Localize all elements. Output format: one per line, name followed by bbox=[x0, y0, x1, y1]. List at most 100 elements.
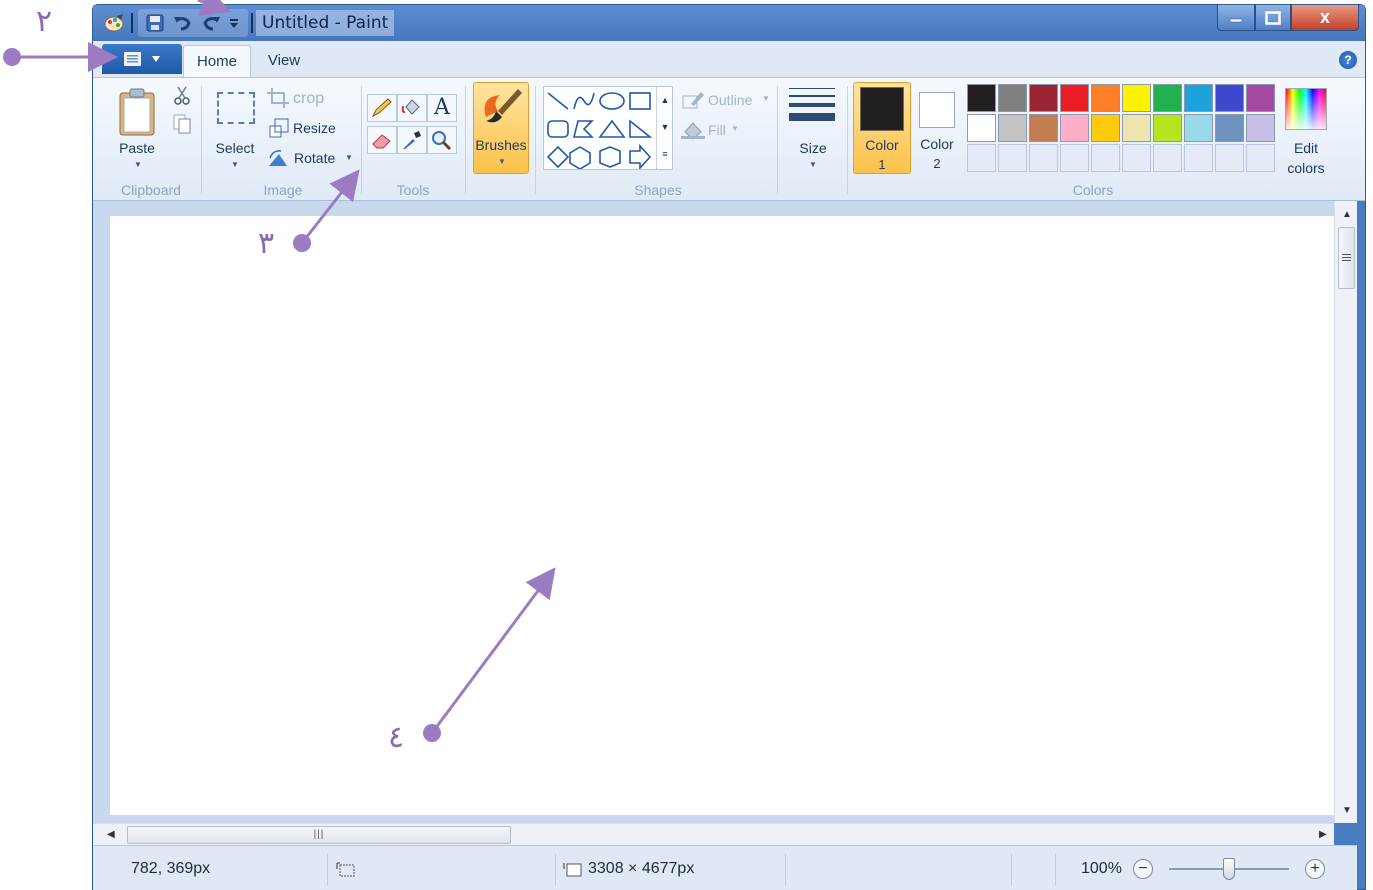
empty-color-swatch[interactable] bbox=[998, 144, 1027, 172]
magnifier-icon[interactable] bbox=[427, 126, 457, 154]
size-button[interactable]: Size ▼ bbox=[785, 84, 841, 174]
fill-button[interactable]: Fill ▼ bbox=[681, 118, 741, 142]
help-icon[interactable]: ? bbox=[1339, 51, 1357, 69]
shapes-scroll[interactable]: ▲ ▼ ≡ bbox=[656, 87, 673, 169]
empty-color-swatch[interactable] bbox=[1122, 144, 1151, 172]
save-icon[interactable] bbox=[143, 12, 167, 34]
close-button[interactable]: x bbox=[1291, 5, 1359, 31]
color-swatch[interactable] bbox=[1153, 114, 1182, 142]
color-swatch[interactable] bbox=[1215, 114, 1244, 142]
canvas-area bbox=[93, 201, 1347, 823]
edit-colors-button[interactable]: Edit colors bbox=[1281, 84, 1333, 176]
color-picker-icon[interactable] bbox=[397, 126, 427, 154]
empty-color-swatch[interactable] bbox=[1246, 144, 1275, 172]
zoom-in-button[interactable]: + bbox=[1305, 859, 1325, 879]
group-separator bbox=[777, 86, 778, 194]
empty-color-swatch[interactable] bbox=[1215, 144, 1244, 172]
color1-swatch bbox=[860, 87, 904, 131]
rotate-button[interactable]: Rotate ▼ bbox=[267, 146, 361, 170]
status-separator bbox=[1011, 854, 1012, 886]
color-swatch[interactable] bbox=[1091, 84, 1120, 112]
cut-icon[interactable] bbox=[173, 86, 191, 109]
copy-icon[interactable] bbox=[173, 114, 191, 137]
color-swatch[interactable] bbox=[1060, 114, 1089, 142]
canvas-size: 3308 × 4677px bbox=[588, 860, 695, 877]
size-label: Size bbox=[799, 140, 827, 156]
edit-colors-label-1: Edit bbox=[1293, 140, 1319, 156]
color-swatch[interactable] bbox=[1246, 84, 1275, 112]
zoom-out-button[interactable]: − bbox=[1133, 859, 1153, 879]
crop-button[interactable]: crop bbox=[267, 86, 357, 110]
fill-bucket-icon[interactable] bbox=[397, 94, 427, 122]
redo-icon[interactable] bbox=[199, 12, 223, 34]
color2-button[interactable]: Color 2 bbox=[915, 82, 959, 174]
color-swatch[interactable] bbox=[998, 114, 1027, 142]
paint-icon[interactable] bbox=[101, 12, 127, 34]
color-swatch[interactable] bbox=[1029, 114, 1058, 142]
color-swatch[interactable] bbox=[1184, 114, 1213, 142]
color-swatch[interactable] bbox=[1029, 84, 1058, 112]
scroll-right-icon[interactable]: ▶ bbox=[1319, 829, 1327, 840]
maximize-icon bbox=[1265, 10, 1281, 25]
select-button[interactable]: Select ▼ bbox=[209, 84, 261, 174]
horizontal-scrollbar[interactable]: ◀ ||| ▶ bbox=[93, 823, 1334, 845]
color-swatch[interactable] bbox=[1122, 84, 1151, 112]
status-separator bbox=[1055, 854, 1056, 886]
scroll-down-icon[interactable]: ▼ bbox=[1342, 805, 1352, 816]
color-swatch[interactable] bbox=[1091, 114, 1120, 142]
horizontal-scroll-thumb[interactable]: ||| bbox=[127, 826, 511, 844]
group-separator bbox=[847, 86, 848, 194]
brush-icon bbox=[484, 89, 522, 123]
outline-icon bbox=[682, 92, 704, 109]
color1-button[interactable]: Color 1 bbox=[853, 82, 911, 174]
color-swatch[interactable] bbox=[1153, 84, 1182, 112]
text-tool-icon[interactable]: A bbox=[427, 94, 457, 122]
tab-view[interactable]: View bbox=[259, 45, 309, 77]
resize-button[interactable]: Resize bbox=[269, 116, 359, 140]
minimize-button[interactable] bbox=[1217, 5, 1255, 31]
clipboard-group-label: Clipboard bbox=[121, 182, 181, 198]
brushes-button[interactable]: Brushes ▼ bbox=[473, 82, 529, 174]
pencil-icon[interactable] bbox=[367, 94, 397, 122]
undo-icon[interactable] bbox=[171, 12, 195, 34]
color-palette bbox=[967, 84, 1279, 176]
color-swatch[interactable] bbox=[1184, 84, 1213, 112]
color-swatch[interactable] bbox=[967, 84, 996, 112]
color-swatch[interactable] bbox=[1060, 84, 1089, 112]
group-separator bbox=[201, 86, 202, 194]
color-swatch[interactable] bbox=[998, 84, 1027, 112]
scroll-up-icon[interactable]: ▲ bbox=[1342, 209, 1352, 220]
maximize-button[interactable] bbox=[1255, 5, 1291, 31]
empty-color-swatch[interactable] bbox=[1184, 144, 1213, 172]
color-swatch[interactable] bbox=[1122, 114, 1151, 142]
shapes-icon bbox=[546, 92, 653, 169]
group-separator bbox=[535, 86, 536, 194]
empty-color-swatch[interactable] bbox=[1153, 144, 1182, 172]
zoom-slider[interactable] bbox=[1169, 858, 1289, 880]
paste-button[interactable]: Paste ▼ bbox=[107, 84, 167, 174]
vertical-scrollbar[interactable]: ▲ ▼ bbox=[1334, 201, 1357, 823]
color-swatch[interactable] bbox=[1246, 114, 1275, 142]
zoom-slider-thumb[interactable] bbox=[1223, 858, 1235, 880]
paste-label: Paste bbox=[119, 140, 155, 156]
shapes-group-label: Shapes bbox=[634, 182, 682, 198]
shapes-gallery[interactable]: ▲ ▼ ≡ bbox=[543, 86, 673, 170]
file-menu-button[interactable] bbox=[102, 44, 182, 74]
color-swatch[interactable] bbox=[1215, 84, 1244, 112]
tab-home[interactable]: Home bbox=[183, 45, 251, 77]
chevron-down-icon: ▼ bbox=[345, 153, 353, 162]
vertical-scroll-thumb[interactable] bbox=[1338, 227, 1355, 289]
group-separator bbox=[465, 86, 466, 194]
drawing-canvas[interactable] bbox=[110, 216, 1337, 815]
eraser-icon[interactable] bbox=[367, 126, 397, 154]
empty-color-swatch[interactable] bbox=[1091, 144, 1120, 172]
color-swatch[interactable] bbox=[967, 114, 996, 142]
scroll-left-icon[interactable]: ◀ bbox=[107, 829, 115, 840]
colors-group-label: Colors bbox=[1072, 182, 1114, 198]
empty-color-swatch[interactable] bbox=[1060, 144, 1089, 172]
empty-color-swatch[interactable] bbox=[967, 144, 996, 172]
customize-dropdown-icon[interactable] bbox=[227, 12, 241, 34]
outline-button[interactable]: Outline ▼ bbox=[681, 88, 777, 112]
annotation-label-3: ٣ bbox=[258, 226, 275, 261]
empty-color-swatch[interactable] bbox=[1029, 144, 1058, 172]
